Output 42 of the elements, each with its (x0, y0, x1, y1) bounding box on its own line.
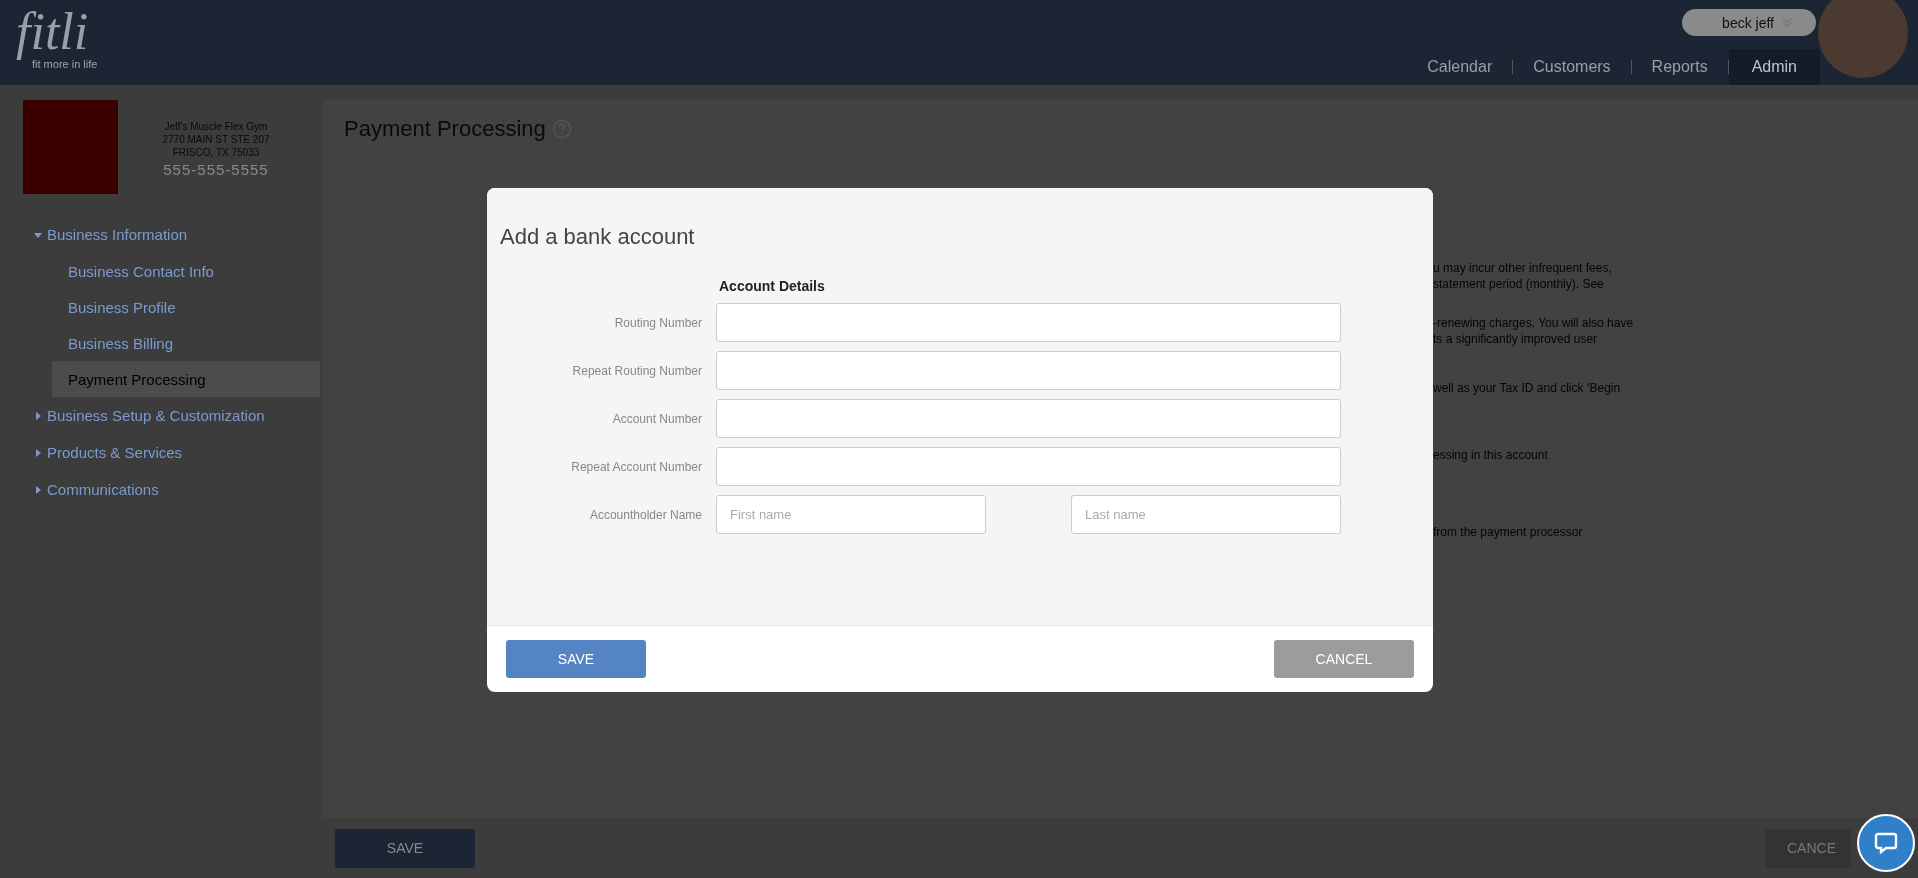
logo-tagline: fit more in life (32, 58, 98, 70)
field-label: Account Number (611, 411, 702, 426)
input-field[interactable] (716, 447, 1341, 486)
nav-tab[interactable]: Calendar (1407, 49, 1513, 85)
description-text: u may incur other infrequent fees, (1433, 260, 1613, 276)
tree-subitem[interactable]: Business Billing (0, 325, 320, 361)
tree-item[interactable]: Business Information (0, 216, 320, 253)
save-button[interactable]: SAVE (506, 640, 646, 678)
logo-text[interactable]: fitli (16, 6, 89, 58)
business-phone: 555-555-5555 (163, 161, 269, 178)
input-field[interactable] (716, 351, 1341, 390)
description-text: -renewing charges. You will also have (1433, 315, 1634, 331)
field-label: Routing Number (613, 315, 702, 330)
field-label: Repeat Routing Number (571, 363, 702, 378)
nav-tab[interactable]: Customers (1513, 49, 1631, 85)
cancel-button[interactable]: CANCE (1765, 828, 1851, 868)
tree-item[interactable]: Business Setup & Customization (0, 397, 320, 434)
description-text: from the payment processor (1433, 524, 1584, 540)
tree-item[interactable]: Products & Services (0, 434, 320, 471)
field-label: Repeat Account Number (570, 459, 702, 474)
input-field[interactable] (716, 303, 1341, 342)
tree-subitem[interactable]: Business Profile (0, 289, 320, 325)
section-heading: Account Details (718, 278, 826, 294)
nav-tab[interactable]: Reports (1631, 49, 1728, 85)
input-field[interactable]: First name (716, 495, 986, 534)
nav-tab[interactable]: Admin (1728, 49, 1820, 85)
modal-title: Add a bank account (500, 224, 696, 250)
tree-subitem[interactable]: Payment Processing (52, 361, 320, 397)
description-text: well as your Tax ID and click ‘Begin (1433, 380, 1622, 396)
tree-subitem[interactable]: Business Contact Info (0, 253, 320, 289)
chat-bubble-icon (1873, 830, 1899, 856)
page-title: Payment Processing (344, 116, 546, 142)
input-field[interactable]: Last name (1071, 495, 1341, 534)
input-field[interactable] (716, 399, 1341, 438)
description-text: statement period (monthly). See (1433, 276, 1605, 292)
tree-item[interactable]: Communications (0, 471, 320, 508)
save-button[interactable]: SAVE (335, 828, 475, 868)
description-text: ts a significantly improved user (1433, 331, 1599, 347)
cancel-button[interactable]: CANCEL (1274, 640, 1414, 678)
user-menu-button[interactable]: beck jeff (1682, 9, 1816, 36)
chat-button[interactable] (1857, 814, 1915, 872)
field-label: Accountholder Name (588, 507, 702, 522)
